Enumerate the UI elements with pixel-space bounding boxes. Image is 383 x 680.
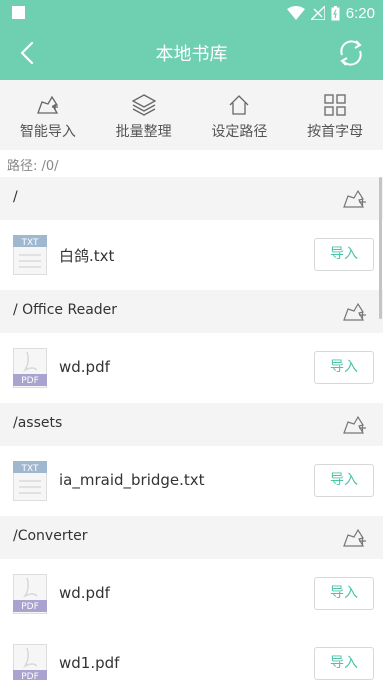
- signal-icon: [310, 6, 325, 20]
- pdf-file-icon: PDF: [13, 348, 47, 388]
- list-item[interactable]: PDF wd1.pdf 导入: [0, 629, 383, 680]
- smart-import-icon: [36, 95, 58, 114]
- refresh-icon[interactable]: [335, 37, 367, 69]
- folder-name: / Office Reader: [13, 302, 118, 318]
- list-item[interactable]: TXT 白鸽.txt 导入: [0, 220, 383, 290]
- list-item[interactable]: PDF wd.pdf 导入: [0, 559, 383, 629]
- txt-file-icon: TXT: [13, 235, 47, 275]
- list-item[interactable]: TXT ia_mraid_bridge.txt 导入: [0, 446, 383, 516]
- notification-icon: [12, 6, 25, 19]
- folder-header: /Converter: [0, 516, 383, 559]
- set-path-button[interactable]: 设定路径: [192, 80, 288, 150]
- import-folder-icon[interactable]: [341, 412, 369, 438]
- smart-import-button[interactable]: 智能导入: [0, 80, 96, 150]
- import-button[interactable]: 导入: [314, 577, 374, 610]
- svg-text:PDF: PDF: [21, 672, 39, 680]
- batch-organize-button[interactable]: 批量整理: [96, 80, 192, 150]
- import-button[interactable]: 导入: [314, 238, 374, 271]
- svg-text:TXT: TXT: [20, 238, 39, 248]
- import-folder-icon[interactable]: [341, 186, 369, 212]
- app-bar: 本地书库: [0, 26, 383, 80]
- layers-icon: [131, 94, 156, 116]
- file-name: wd.pdf: [59, 358, 110, 376]
- status-bar: 6:20: [0, 0, 383, 26]
- file-name: wd.pdf: [59, 584, 110, 602]
- folder-header: /: [0, 177, 383, 220]
- battery-icon: [331, 5, 340, 20]
- folder-header: /assets: [0, 403, 383, 446]
- file-name: ia_mraid_bridge.txt: [59, 471, 205, 489]
- import-button[interactable]: 导入: [314, 647, 374, 680]
- file-list: / TXT 白鸽.txt 导入 / Office Reader PDF wd.p…: [0, 177, 383, 680]
- page-title: 本地书库: [155, 44, 228, 65]
- clock: 6:20: [345, 4, 375, 22]
- file-name: 白鸽.txt: [59, 247, 115, 265]
- current-path: 路径: /0/: [0, 150, 383, 177]
- svg-text:TXT: TXT: [20, 464, 39, 474]
- action-toolbar: 智能导入 批量整理 设定路径 按首字母: [0, 80, 383, 150]
- sort-alpha-label: 按首字母: [307, 124, 364, 140]
- list-item[interactable]: PDF wd.pdf 导入: [0, 333, 383, 403]
- pdf-file-icon: PDF: [13, 644, 47, 680]
- import-button[interactable]: 导入: [314, 464, 374, 497]
- pdf-file-icon: PDF: [13, 574, 47, 614]
- grid-icon: [324, 94, 346, 116]
- home-icon: [229, 95, 249, 115]
- folder-name: /assets: [13, 415, 63, 431]
- batch-organize-label: 批量整理: [115, 124, 172, 140]
- import-button[interactable]: 导入: [314, 351, 374, 384]
- wifi-icon: [286, 6, 305, 20]
- status-icons: 6:20: [286, 3, 375, 23]
- file-name: wd1.pdf: [59, 654, 120, 672]
- folder-header: / Office Reader: [0, 290, 383, 333]
- txt-file-icon: TXT: [13, 461, 47, 501]
- set-path-label: 设定路径: [211, 124, 268, 140]
- smart-import-label: 智能导入: [19, 124, 76, 140]
- svg-text:PDF: PDF: [21, 376, 39, 386]
- scrollbar[interactable]: [379, 177, 382, 319]
- sort-alpha-button[interactable]: 按首字母: [287, 80, 383, 150]
- folder-name: /Converter: [13, 528, 88, 544]
- svg-text:PDF: PDF: [21, 602, 39, 612]
- import-folder-icon[interactable]: [341, 525, 369, 551]
- import-folder-icon[interactable]: [341, 299, 369, 325]
- folder-name: /: [13, 189, 18, 205]
